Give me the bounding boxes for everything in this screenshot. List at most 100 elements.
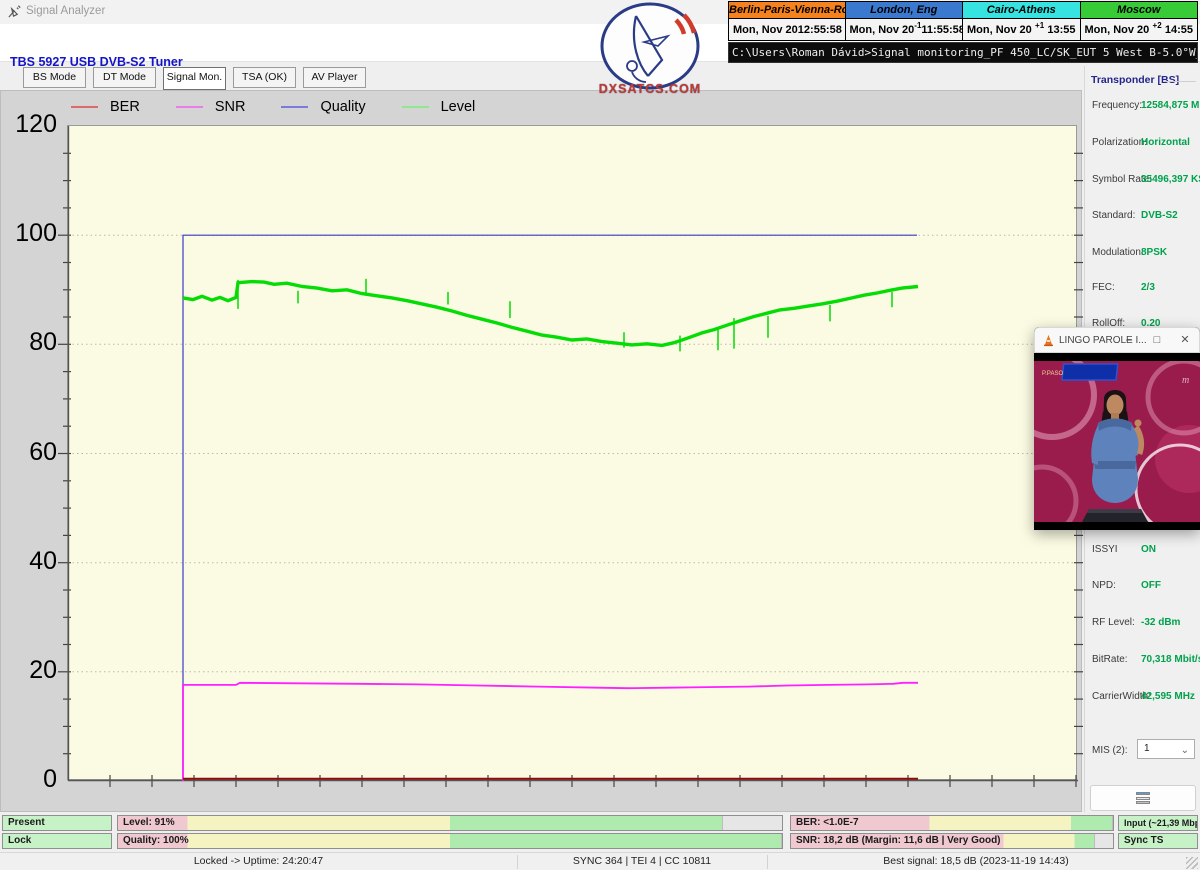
clock-date: Mon, Nov 20 [850,24,915,36]
vlc-title-bar[interactable]: LINGO PAROLE I... – □ ✕ [1034,327,1200,353]
sync-ts-indicator: Sync TS [1118,833,1198,849]
legend-label: Level [441,99,476,115]
dxsatcs-logo: DXSATCS.COM [588,2,712,98]
clock-cairo-athens: Cairo-Athens Mon, Nov 20 +1 13:55 [963,1,1081,41]
clock-city-label: Cairo-Athens [963,2,1080,19]
statusbar-sync-counters: SYNC 364 | TEI 4 | CC 10811 [517,853,767,870]
clock-time: 13:55 [1047,24,1075,36]
resize-grip-icon[interactable] [1186,857,1198,869]
vlc-close-button[interactable]: ✕ [1171,328,1199,353]
statusbar-best-signal: Best signal: 18,5 dB (2023-11-19 14:43) [767,853,1185,870]
legend-item-level: Level [402,99,476,115]
clock-time: 12:55:58 [798,24,842,36]
clock-date: Mon, Nov 20 [1085,24,1150,36]
transponder-row-label: FEC: [1092,282,1115,293]
transponder-row-label: Standard: [1092,210,1135,221]
quality-meter-unfilled [781,834,782,848]
legend-color-dash [71,106,98,108]
mis-dropdown[interactable]: 1 ⌄ [1137,739,1195,759]
clock-utc-offset: +2 [1149,21,1165,30]
stream-list-button[interactable] [1090,785,1196,811]
tab-bs-mode[interactable]: BS Mode [23,67,86,88]
command-prompt-line: C:\Users\Roman Dávid>Signal monitoring_P… [728,42,1198,63]
chart-plot-area [67,125,1077,780]
transponder-row-label: NPD: [1092,580,1116,591]
y-tick-label: 40 [1,547,57,576]
y-tick-label: 80 [1,328,57,357]
vlc-maximize-button[interactable]: □ [1143,328,1171,353]
logo-text: DXSATCS.COM [588,82,712,96]
series-level [183,282,918,346]
transponder-header: Transponder [BS] [1091,74,1179,86]
present-indicator: Present [2,815,112,831]
video-caption: P.PASO [1042,371,1063,377]
transponder-row-value: -32 dBm [1141,617,1180,628]
ber-meter-label: BER: <1.0E-7 [796,816,859,830]
legend-item-snr: SNR [176,99,246,115]
chart-legend: BER SNR Quality Level [71,98,511,116]
transponder-row-value: 70,318 Mbit/s [1141,654,1200,665]
snr-meter-unfilled [1094,834,1113,848]
quality-meter-label: Quality: 100% [123,834,189,848]
snr-meter-label: SNR: 18,2 dB (Margin: 11,6 dB | Very Goo… [796,834,1001,848]
vlc-video-area[interactable]: P.PASO m [1034,353,1200,530]
ber-meter: BER: <1.0E-7 [790,815,1114,831]
window-title: Signal Analyzer [26,5,105,17]
app-icon [7,4,22,19]
clock-utc-offset: +1 [1032,21,1048,30]
vlc-cone-icon [1042,334,1055,347]
statusbar-uptime: Locked -> Uptime: 24:20:47 [0,853,517,870]
video-frame: P.PASO m [1034,361,1200,522]
series-snr [183,683,918,781]
clock-time: 14:55 [1165,24,1193,36]
legend-item-quality: Quality [281,99,365,115]
chart-series-svg [68,126,1078,781]
tab-dt-mode[interactable]: DT Mode [93,67,156,88]
y-tick-label: 60 [1,438,57,467]
level-meter-label: Level: 91% [123,816,175,830]
transponder-row-label: Frequency: [1092,100,1142,111]
clock-berlin: Berlin-Paris-Vienna-Roma Mon, Nov 20 12:… [728,1,846,41]
vlc-player-window[interactable]: LINGO PAROLE I... – □ ✕ P.PASO m [1034,327,1200,530]
series-quality [183,235,917,781]
legend-color-dash [176,106,203,108]
level-meter: Level: 91% [117,815,783,831]
transponder-row-value: OFF [1141,580,1161,591]
transponder-row-label: Modulation: [1092,247,1144,258]
transponder-row-label: RF Level: [1092,617,1135,628]
legend-color-dash [402,106,429,108]
legend-label: SNR [215,99,246,115]
transponder-row-value: Horizontal [1141,137,1190,148]
vlc-minimize-button[interactable]: – [1115,328,1143,353]
legend-label: BER [110,99,140,115]
tab-av-player[interactable]: AV Player [303,67,366,88]
groupbox-line [1163,81,1196,82]
signal-analyzer-window: Signal Analyzer TBS 5927 USB DVB-S2 Tune… [0,0,1200,870]
quality-meter: Quality: 100% [117,833,783,849]
status-bar: Locked -> Uptime: 24:20:47 SYNC 364 | TE… [0,852,1200,870]
tab-signal-mon-[interactable]: Signal Mon. [163,67,226,90]
channel-logo: m [1182,375,1189,386]
clock-date: Mon, Nov 20 [733,24,798,36]
transponder-row-label: BitRate: [1092,654,1128,665]
mode-tabs: BS Mode DT Mode Signal Mon. TSA (OK) AV Play… [0,66,1084,90]
clock-london: London, Eng Mon, Nov 20 -1 11:55:58 [846,1,964,41]
y-tick-label: 100 [1,219,57,248]
clock-utc-offset: -1 [914,21,921,30]
tab-tsa-ok-[interactable]: TSA (OK) [233,67,296,88]
transponder-row-label: Polarization: [1092,137,1147,148]
snr-meter: SNR: 18,2 dB (Margin: 11,6 dB | Very Goo… [790,833,1114,849]
lock-indicator: Lock [2,833,112,849]
legend-item-ber: BER [71,99,140,115]
transponder-row-value: DVB-S2 [1141,210,1178,221]
transponder-row-value: 12584,875 MHz [1141,100,1200,111]
tv-studio-frame: P.PASO m [1034,361,1200,522]
transponder-row-value: ON [1141,544,1156,555]
y-tick-label: 0 [1,765,57,794]
legend-label: Quality [320,99,365,115]
status-meters: Present Level: 91% BER: <1.0E-7 Input (~… [0,813,1200,852]
stacked-bars-icon [1136,792,1150,804]
input-rate-indicator: Input (~21,39 Mbps) [1118,815,1198,831]
clock-city-label: Moscow [1081,2,1198,19]
mis-label: MIS (2): [1092,745,1128,756]
